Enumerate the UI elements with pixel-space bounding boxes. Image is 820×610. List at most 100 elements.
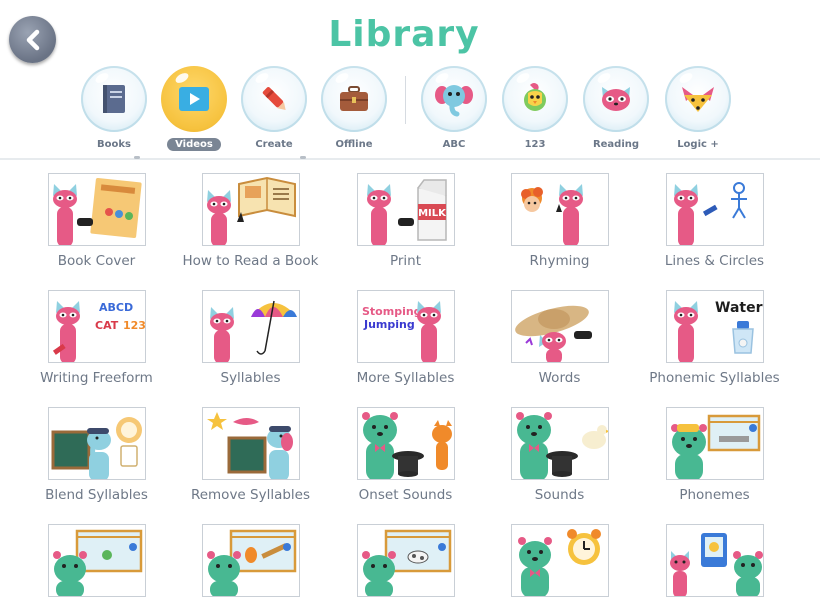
video-card[interactable]: Lines & Circles xyxy=(637,173,792,269)
thumb-text-stomping: Stomping xyxy=(362,305,422,318)
video-card[interactable]: Water Phonemic Syllables xyxy=(637,290,792,386)
video-card[interactable]: Stomping Jumping More Syllables xyxy=(328,290,483,386)
video-card[interactable]: Phonemes xyxy=(637,407,792,503)
nav-item-reading[interactable]: Reading xyxy=(581,66,651,151)
video-card[interactable]: How to Read a Book xyxy=(173,173,328,269)
video-thumbnail xyxy=(510,407,609,480)
video-thumbnail xyxy=(201,407,300,480)
elephant-icon xyxy=(435,85,473,117)
nav-label: ABC xyxy=(442,139,466,150)
thumb-text-cat: CAT xyxy=(95,319,119,332)
video-title: Remove Syllables xyxy=(190,487,311,503)
nav-item-videos[interactable]: Videos xyxy=(159,66,229,151)
video-card[interactable]: Sounds xyxy=(482,407,637,503)
video-card[interactable]: Onset Sounds xyxy=(328,407,483,503)
video-thumbnail: ABCD CAT 123 xyxy=(47,290,146,363)
video-title: Words xyxy=(538,370,581,386)
red-panda-icon xyxy=(602,87,630,111)
video-thumbnail xyxy=(665,173,764,246)
video-thumbnail xyxy=(665,524,764,597)
nav-bubble xyxy=(583,66,649,132)
bird-icon xyxy=(524,83,546,111)
video-thumbnail: MILK xyxy=(356,173,455,246)
crayon-icon xyxy=(262,87,286,110)
video-title: How to Read a Book xyxy=(182,253,319,269)
fox-icon xyxy=(682,87,714,112)
nav-separator xyxy=(405,76,406,124)
page-title: Library xyxy=(328,14,480,55)
nav-item-123[interactable]: 123 xyxy=(500,66,570,151)
video-thumbnail: Water xyxy=(665,290,764,363)
video-title: Syllables xyxy=(220,370,281,386)
thumb-text-123: 123 xyxy=(123,319,146,332)
nav-bubble xyxy=(421,66,487,132)
video-card[interactable]: MILK Print xyxy=(328,173,483,269)
video-thumbnail xyxy=(510,173,609,246)
nav-label: 123 xyxy=(524,139,546,150)
thumb-text-abcd: ABCD xyxy=(99,301,133,314)
video-thumbnail xyxy=(47,524,146,597)
video-thumbnail xyxy=(665,407,764,480)
milk-text: MILK xyxy=(418,208,447,219)
video-thumbnail xyxy=(356,524,455,597)
video-title: Book Cover xyxy=(57,253,136,269)
nav-item-logic[interactable]: Logic + xyxy=(663,66,733,151)
nav-label: Books xyxy=(97,139,131,150)
video-title: More Syllables xyxy=(356,370,455,386)
thumb-text-jumping: Jumping xyxy=(363,318,415,331)
nav-bubble xyxy=(665,66,731,132)
video-thumbnail xyxy=(356,407,455,480)
video-title: Sounds xyxy=(534,487,585,503)
category-nav: Books Videos Create Offline ABC 123 Read… xyxy=(0,66,820,156)
video-card[interactable] xyxy=(19,524,174,604)
nav-label: Create xyxy=(255,139,293,150)
video-card[interactable]: Book Cover xyxy=(19,173,174,269)
video-title: Blend Syllables xyxy=(45,487,148,503)
nav-bubble xyxy=(321,66,387,132)
video-title: Onset Sounds xyxy=(358,487,453,503)
nav-bubble xyxy=(502,66,568,132)
nav-label: Videos xyxy=(167,138,221,151)
scroll-indicator xyxy=(300,156,306,159)
nav-bubble xyxy=(241,66,307,132)
video-thumbnail xyxy=(47,173,146,246)
video-thumbnail xyxy=(47,407,146,480)
video-title: Writing Freeform xyxy=(40,370,153,386)
video-title: Rhyming xyxy=(529,253,590,269)
video-card[interactable]: Syllables xyxy=(173,290,328,386)
suitcase-icon xyxy=(340,86,368,111)
nav-item-books[interactable]: Books xyxy=(79,66,149,151)
video-title: Phonemic Syllables xyxy=(649,370,780,386)
nav-item-create[interactable]: Create xyxy=(239,66,309,151)
video-thumbnail xyxy=(201,173,300,246)
nav-bubble xyxy=(161,66,227,132)
video-thumbnail xyxy=(201,290,300,363)
video-title: Phonemes xyxy=(679,487,750,503)
video-card[interactable]: Rhyming xyxy=(482,173,637,269)
thumb-text-water: Water xyxy=(715,300,763,316)
video-thumbnail: Stomping Jumping xyxy=(356,290,455,363)
video-card[interactable] xyxy=(482,524,637,604)
video-card[interactable]: Words xyxy=(482,290,637,386)
video-card[interactable]: Blend Syllables xyxy=(19,407,174,503)
video-card[interactable]: Remove Syllables xyxy=(173,407,328,503)
nav-label: Offline xyxy=(335,139,373,150)
nav-label: Reading xyxy=(592,139,640,150)
video-title: Print xyxy=(389,253,422,269)
video-thumbnail xyxy=(201,524,300,597)
video-card[interactable] xyxy=(637,524,792,604)
nav-item-offline[interactable]: Offline xyxy=(319,66,389,151)
video-grid: Book Cover How to Read a Book MILK Print… xyxy=(0,160,820,610)
nav-bubble xyxy=(81,66,147,132)
book-icon xyxy=(103,85,125,113)
play-icon xyxy=(179,87,209,111)
video-thumbnail xyxy=(510,524,609,597)
video-title: Lines & Circles xyxy=(664,253,765,269)
nav-label: Logic + xyxy=(677,139,719,150)
video-thumbnail xyxy=(510,290,609,363)
video-card[interactable] xyxy=(328,524,483,604)
video-card[interactable]: ABCD CAT 123 Writing Freeform xyxy=(19,290,174,386)
scroll-indicator xyxy=(134,156,140,159)
video-card[interactable] xyxy=(173,524,328,604)
nav-item-abc[interactable]: ABC xyxy=(419,66,489,151)
